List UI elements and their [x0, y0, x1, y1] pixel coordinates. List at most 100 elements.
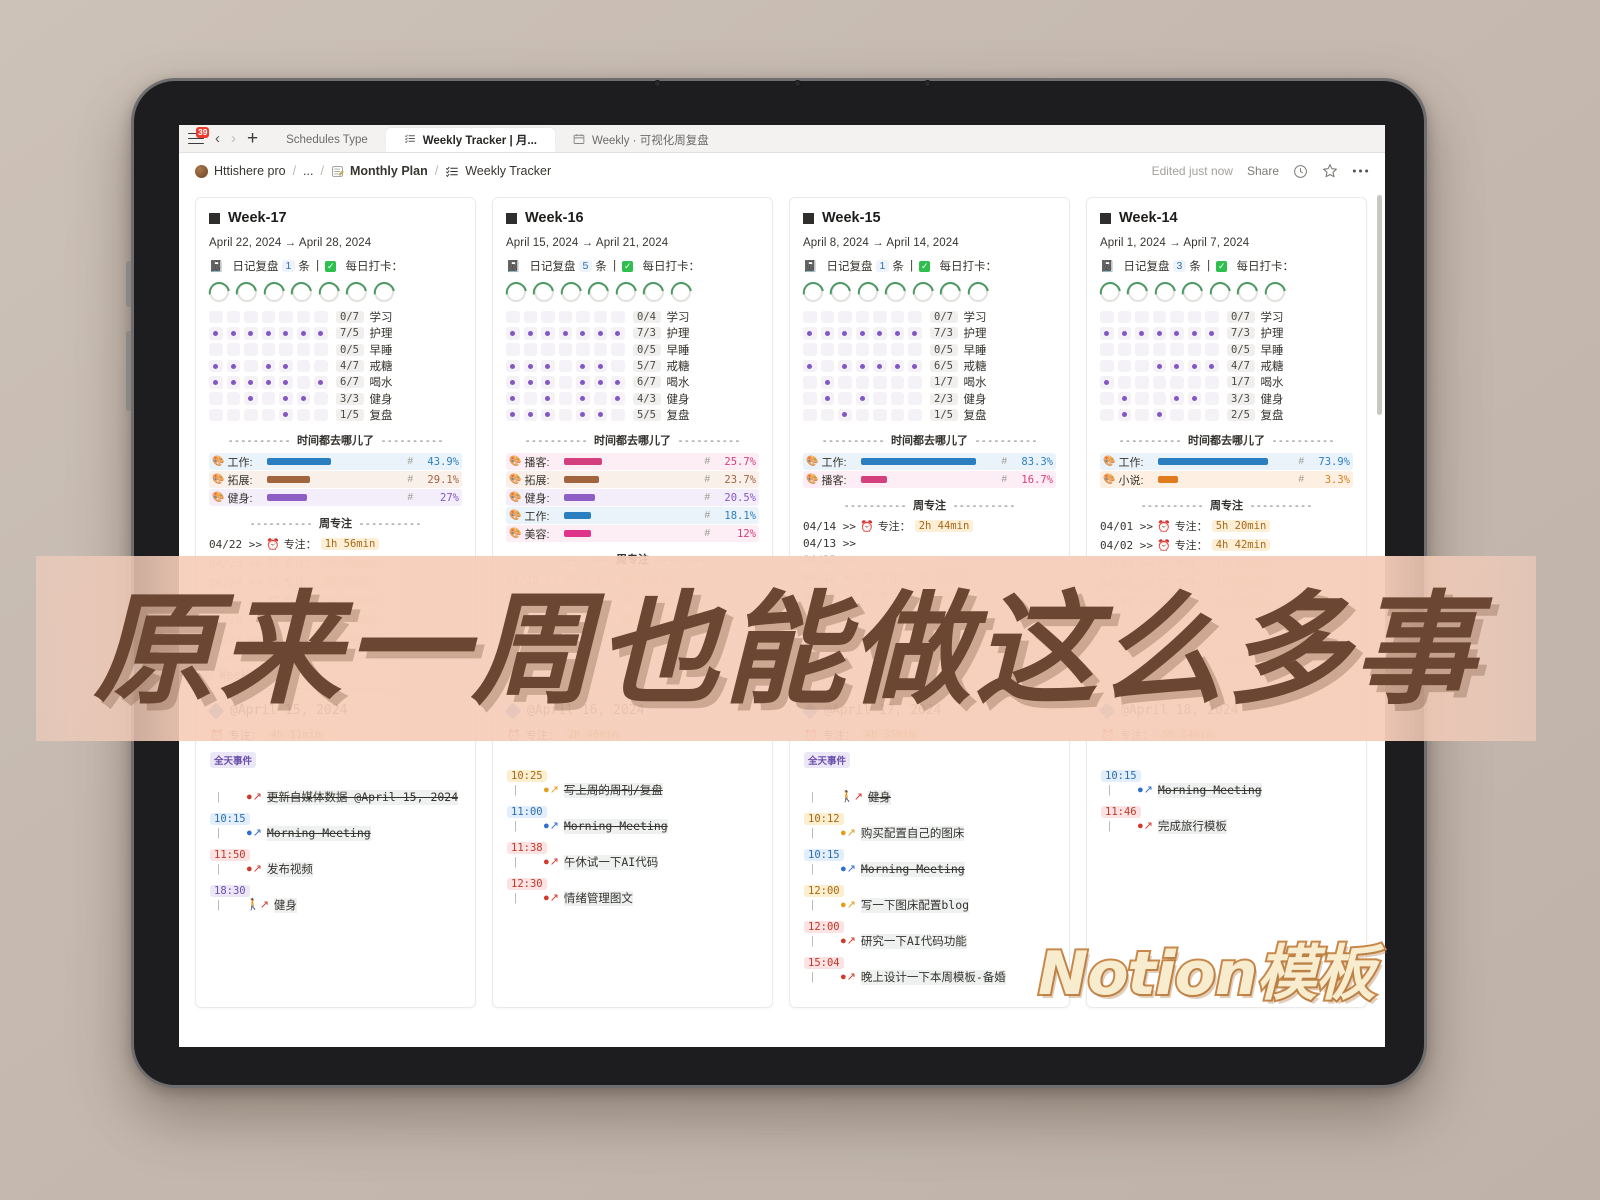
habit-cell: [611, 310, 625, 324]
back-icon[interactable]: ‹: [215, 131, 220, 146]
day-event[interactable]: 12:00 | ●↗ 研究一下AI代码功能: [804, 917, 1055, 950]
day-event[interactable]: 10:12 | ●↗ 购买配置自己的图床: [804, 809, 1055, 842]
habit-cell: [820, 359, 834, 373]
time-percent: 29.1%: [427, 473, 459, 486]
browser-tab-1[interactable]: Schedules Type: [268, 128, 386, 152]
habit-cell: [1205, 343, 1219, 356]
day-event[interactable]: 11:00 | ●↗ Morning Meeting: [507, 802, 758, 835]
habit-fraction: 5/7: [632, 360, 661, 373]
habit-name: 早睡: [963, 344, 987, 357]
all-day-badge: 全天事件: [804, 752, 851, 769]
alarm-icon: ⏰: [265, 538, 280, 551]
breadcrumb-workspace[interactable]: Httishere pro: [195, 164, 286, 178]
habit-cell: [279, 343, 293, 356]
habit-cell: [1135, 408, 1149, 422]
habit-fraction: 0/7: [335, 311, 364, 324]
day-event[interactable]: 12:30 | ●↗ 情绪管理图文: [507, 874, 758, 907]
hash-icon: #: [1298, 474, 1304, 486]
day-event[interactable]: 10:15 | ●↗ Morning Meeting: [1101, 766, 1352, 799]
day-event[interactable]: 11:46 | ●↗ 完成旅行模板: [1101, 802, 1352, 835]
time-category-row: 🎨 工作: #18.1%: [506, 507, 759, 525]
forward-icon[interactable]: ›: [231, 131, 236, 146]
day-event[interactable]: 10:25 | ●↗ 写上周的周刊/复盘: [507, 766, 758, 799]
habit-cell: [855, 392, 869, 405]
habit-cell: [541, 408, 555, 422]
habit-cell: [1100, 392, 1114, 405]
habit-cell: [314, 359, 328, 373]
habit-fraction: 3/3: [335, 392, 364, 405]
event-line: ●↗ 写上周的周刊/复盘: [507, 783, 758, 799]
event-type-icon: ●↗: [543, 856, 559, 869]
time-category-row: 🎨 美容: #12%: [506, 525, 759, 543]
hash-icon: #: [704, 492, 710, 504]
breadcrumb-ellipsis[interactable]: ...: [303, 164, 313, 178]
event-time: 10:15: [210, 813, 250, 826]
breadcrumb-current-page[interactable]: Weekly Tracker: [445, 164, 551, 178]
time-category-row: 🎨 健身: #27%: [209, 489, 462, 507]
habit-row: 1/5 复盘: [803, 407, 1056, 423]
habit-cell: [541, 359, 555, 373]
diary-unit: 条: [1189, 261, 1201, 273]
day-event[interactable]: 11:50 | ●↗ 发布视频: [210, 845, 461, 878]
promo-banner-overlay: 原来一周也能做这么多事: [36, 556, 1536, 741]
clock-icon[interactable]: [1293, 164, 1308, 179]
week-title-label: Week-16: [525, 210, 584, 226]
habit-cell: [261, 327, 275, 340]
breadcrumb-parent-page[interactable]: Monthly Plan: [331, 164, 428, 178]
focus-duration: 2h 44min: [914, 520, 974, 533]
habit-cell: [803, 392, 817, 405]
star-icon[interactable]: [1322, 163, 1338, 179]
habit-cell: [523, 310, 537, 324]
browser-tab-2[interactable]: Weekly Tracker | 月...: [385, 128, 555, 152]
habit-cell: [1135, 327, 1149, 340]
time-percent: 16.7%: [1021, 473, 1053, 486]
habit-cell: [576, 408, 590, 422]
focus-date: 04/02 >>: [1100, 538, 1153, 552]
habit-fraction: 6/5: [929, 360, 958, 373]
day-event[interactable]: 11:38 | ●↗ 午休试一下AI代码: [507, 838, 758, 871]
habit-cell: [1187, 408, 1201, 422]
habit-cell: [1117, 359, 1131, 373]
event-line: ●↗ 情绪管理图文: [507, 891, 758, 907]
habit-fraction: 0/7: [1226, 311, 1255, 324]
breadcrumb-separator: /: [320, 164, 324, 178]
alarm-icon: ⏰: [859, 520, 874, 533]
browser-tab-3[interactable]: Weekly · 可视化周复盘: [555, 128, 727, 152]
day-event[interactable]: 12:00 | ●↗ 写一下图床配置blog: [804, 881, 1055, 914]
habit-cell: [1152, 310, 1166, 324]
habit-name: 喝水: [1260, 377, 1284, 390]
habit-row: 0/5 早睡: [1100, 342, 1353, 358]
day-event[interactable]: | ●↗ 更新自媒体数据 @April 15, 2024: [210, 773, 461, 806]
checkin-ring: [1155, 282, 1175, 302]
habit-name: 喝水: [666, 377, 690, 390]
hash-icon: #: [1298, 456, 1304, 468]
habit-cell: [541, 310, 555, 324]
new-tab-icon[interactable]: +: [247, 129, 258, 148]
habit-cell: [226, 376, 240, 389]
day-event[interactable]: | 🚶↗ 健身: [804, 773, 1055, 806]
diary-label: 日记复盘: [1123, 261, 1170, 273]
day-event[interactable]: 10:15 | ●↗ Morning Meeting: [804, 845, 1055, 878]
habit-cell: [209, 392, 223, 405]
more-horizontal-icon[interactable]: [1352, 168, 1369, 174]
vertical-scrollbar[interactable]: [1377, 195, 1382, 415]
day-event[interactable]: 15:04 | ●↗ 晚上设计一下本周模板-备婚: [804, 953, 1055, 986]
day-event[interactable]: 10:15 | ●↗ Morning Meeting: [210, 809, 461, 842]
share-button[interactable]: Share: [1247, 164, 1279, 178]
habit-cell: [576, 343, 590, 356]
habit-cell: [314, 310, 328, 324]
week-date-range: April 15, 2024 → April 21, 2024: [506, 237, 669, 249]
time-percent: 83.3%: [1021, 455, 1053, 468]
habit-cell: [1152, 359, 1166, 373]
promo-banner-text: 原来一周也能做这么多事: [93, 576, 1479, 721]
habit-cell: [890, 310, 904, 324]
checkin-ring: [940, 282, 961, 302]
habit-cell: [558, 343, 572, 356]
day-event[interactable]: 18:30 | 🚶↗ 健身: [210, 881, 461, 914]
time-bar: [564, 530, 592, 538]
time-category-label: 播客:: [821, 474, 847, 487]
habit-cell: [1187, 376, 1201, 389]
menu-icon[interactable]: 39: [188, 126, 210, 145]
time-percent: 18.1%: [724, 509, 756, 522]
